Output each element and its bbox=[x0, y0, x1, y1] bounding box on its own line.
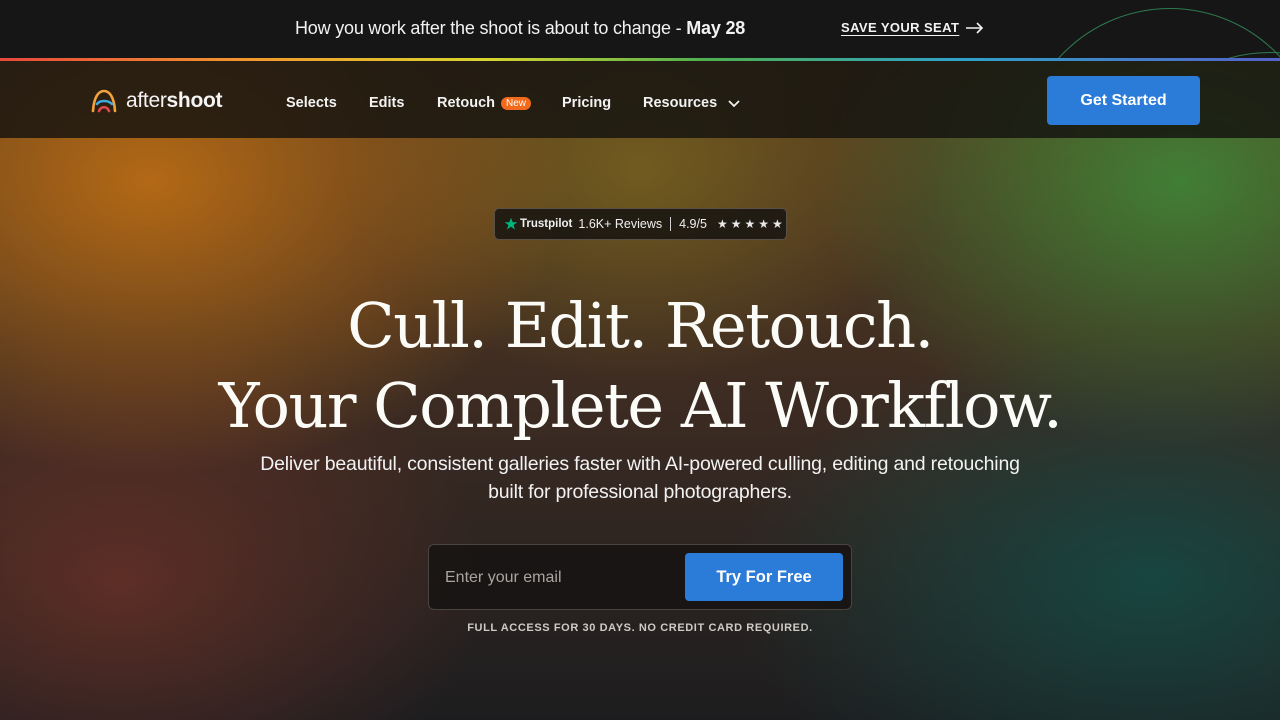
hero-subtitle: Deliver beautiful, consistent galleries … bbox=[240, 450, 1040, 506]
save-your-seat-link[interactable]: SAVE YOUR SEAT bbox=[841, 20, 984, 35]
main-nav: aftershoot Selects Edits Retouch New Pri… bbox=[0, 61, 1280, 138]
hero-headline: Cull. Edit. Retouch. Your Complete AI Wo… bbox=[0, 286, 1280, 446]
decorative-arc bbox=[1020, 8, 1280, 58]
nav-item-pricing[interactable]: Pricing bbox=[562, 95, 611, 111]
chevron-down-icon bbox=[728, 100, 740, 108]
logo-text-light: after bbox=[126, 89, 167, 112]
email-input[interactable] bbox=[445, 563, 675, 593]
aftershoot-logo-icon bbox=[91, 89, 117, 113]
subtitle-line-2: built for professional photographers. bbox=[488, 481, 792, 503]
subtitle-line-1: Deliver beautiful, consistent galleries … bbox=[260, 453, 1020, 475]
nav-item-label: Retouch bbox=[437, 95, 495, 111]
nav-item-label: Resources bbox=[643, 95, 718, 111]
save-your-seat-label: SAVE YOUR SEAT bbox=[841, 20, 960, 35]
get-started-button[interactable]: Get Started bbox=[1047, 76, 1200, 125]
divider bbox=[670, 217, 672, 231]
nav-item-retouch[interactable]: Retouch New bbox=[437, 95, 532, 111]
nav-item-label: Pricing bbox=[562, 95, 612, 111]
logo-wordmark: aftershoot bbox=[126, 89, 222, 113]
aftershoot-logo[interactable]: aftershoot bbox=[90, 88, 222, 114]
headline-line-1: Cull. Edit. Retouch. bbox=[347, 289, 934, 362]
rating-stars: ★ ★ ★ ★ ★ bbox=[717, 217, 783, 231]
try-for-free-button[interactable]: Try For Free bbox=[685, 553, 843, 601]
announcement-bar: How you work after the shoot is about to… bbox=[0, 0, 1280, 58]
announcement-message: How you work after the shoot is about to… bbox=[295, 18, 687, 38]
announcement-date: May 28 bbox=[686, 18, 746, 38]
nav-item-label: Selects bbox=[286, 95, 337, 111]
trial-fineprint: FULL ACCESS FOR 30 DAYS. NO CREDIT CARD … bbox=[467, 622, 813, 634]
star-icon: ★ bbox=[730, 217, 742, 231]
logo-text-bold: shoot bbox=[166, 89, 223, 112]
trustpilot-badge[interactable]: Trustpilot 1.6K+ Reviews 4.9/5 ★ ★ ★ ★ ★ bbox=[494, 208, 787, 240]
star-icon: ★ bbox=[758, 217, 769, 231]
trustpilot-star-icon bbox=[504, 217, 518, 230]
nav-item-resources[interactable]: Resources bbox=[643, 95, 741, 111]
headline-line-2: Your Complete AI Workflow. bbox=[218, 369, 1063, 442]
nav-item-selects[interactable]: Selects bbox=[286, 95, 337, 111]
star-icon: ★ bbox=[772, 217, 783, 231]
arrow-right-icon bbox=[966, 21, 984, 34]
rating-value: 4.9/5 bbox=[679, 217, 707, 231]
review-count: 1.6K+ Reviews bbox=[578, 217, 663, 231]
signup-form: Try For Free bbox=[428, 544, 852, 610]
star-icon: ★ bbox=[716, 217, 728, 231]
star-icon: ★ bbox=[744, 217, 756, 231]
nav-item-edits[interactable]: Edits bbox=[369, 95, 404, 111]
trustpilot-brand: Trustpilot bbox=[520, 218, 573, 230]
new-badge: New bbox=[501, 96, 532, 110]
nav-item-label: Edits bbox=[369, 95, 405, 111]
announcement-text: How you work after the shoot is about to… bbox=[295, 18, 745, 39]
